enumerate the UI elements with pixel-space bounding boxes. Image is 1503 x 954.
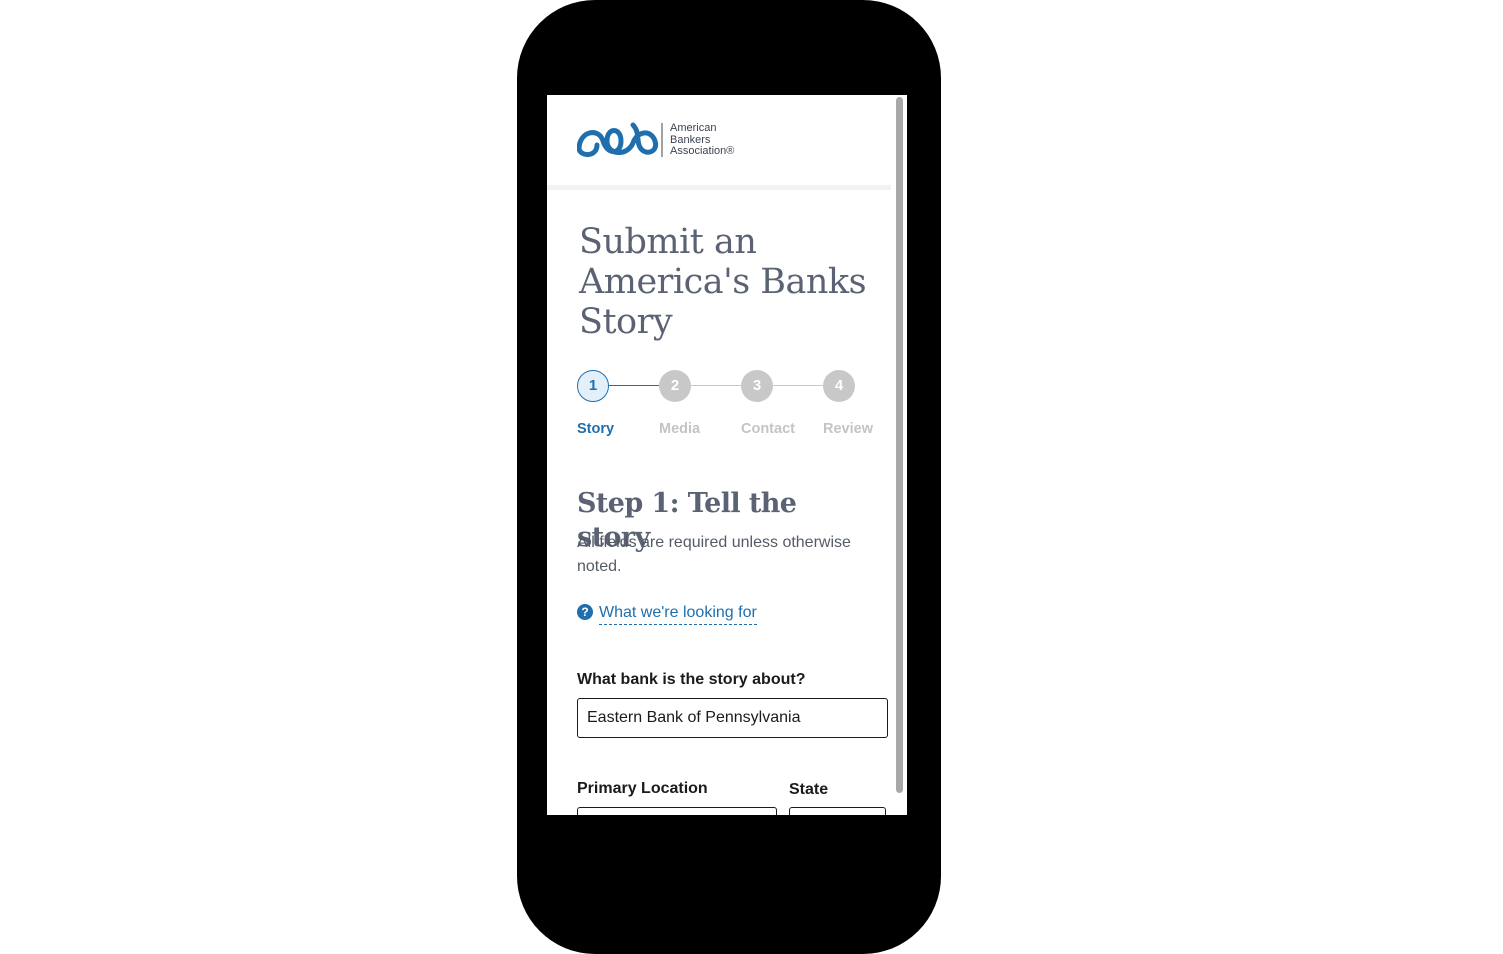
bank-name-input[interactable] <box>577 698 888 738</box>
aba-logo-icon[interactable] <box>577 121 667 159</box>
step-3-label[interactable]: Contact <box>741 421 795 437</box>
logo-line: Association® <box>670 145 735 157</box>
primary-location-input[interactable] <box>577 807 777 815</box>
logo-line: American <box>670 122 717 134</box>
header-divider <box>547 185 891 190</box>
step-1-circle[interactable]: 1 <box>577 370 609 402</box>
state-field-label: State <box>789 781 829 798</box>
step-connector <box>773 385 823 386</box>
step-connector <box>691 385 741 386</box>
help-link-text[interactable]: What we're looking for <box>599 602 757 625</box>
question-circle-icon[interactable]: ? <box>577 604 593 620</box>
step-2-circle[interactable]: 2 <box>659 370 691 402</box>
step-4-label[interactable]: Review <box>823 421 873 437</box>
step-4-circle[interactable]: 4 <box>823 370 855 402</box>
bank-field-label: What bank is the story about? <box>577 671 806 688</box>
browser-viewport: American Bankers Association® Submit an … <box>547 95 907 815</box>
logo-wordmark: American Bankers Association® <box>670 122 735 158</box>
step-connector <box>609 385 659 386</box>
scrollbar-thumb[interactable] <box>896 97 903 793</box>
progress-stepper: 1 2 3 4 Story Media Contact Review <box>577 370 887 440</box>
step-2-label[interactable]: Media <box>659 421 700 437</box>
page-title: Submit an America's Banks Story <box>579 222 867 342</box>
step-description: All fields are required unless otherwise… <box>577 534 851 575</box>
location-field-label: Primary Location <box>577 780 708 797</box>
step-3-circle[interactable]: 3 <box>741 370 773 402</box>
step-1-label[interactable]: Story <box>577 421 614 437</box>
state-input[interactable] <box>789 807 886 815</box>
site-header: American Bankers Association® <box>547 95 891 185</box>
